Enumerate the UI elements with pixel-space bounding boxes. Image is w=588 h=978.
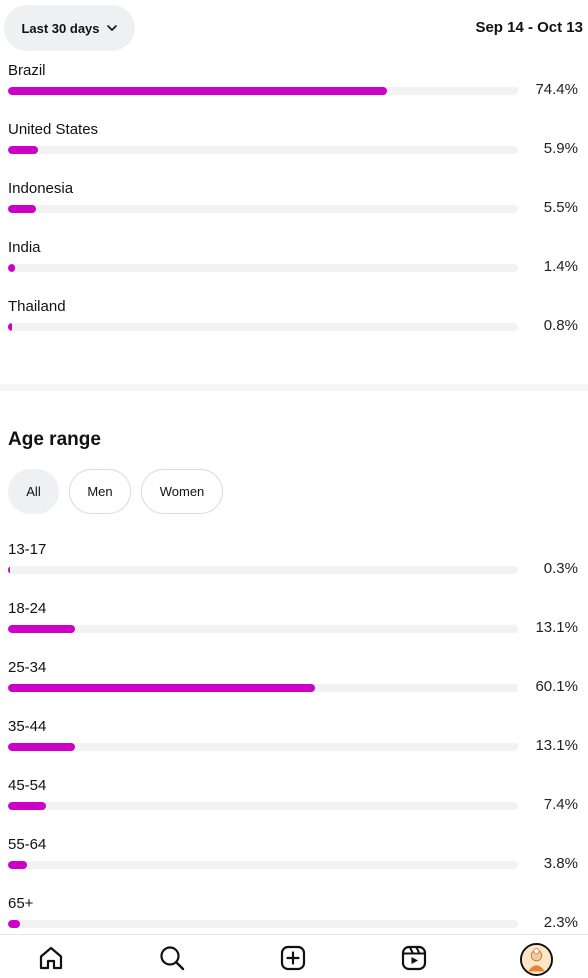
reels-icon: [401, 945, 427, 971]
age-range-name: 18-24: [8, 600, 47, 617]
age-range-name: 45-54: [8, 777, 47, 794]
progress-track: [8, 264, 518, 272]
age-range-name: 65+: [8, 895, 34, 912]
create-icon: [280, 945, 306, 971]
age-row: 18-24 13.1%: [0, 600, 588, 659]
age-range-percent: 13.1%: [535, 619, 578, 636]
progress-track: [8, 802, 518, 810]
age-row: 25-34 60.1%: [0, 659, 588, 718]
date-range-dropdown[interactable]: Last 30 days: [4, 5, 135, 51]
progress-fill: [8, 566, 11, 574]
progress-track: [8, 87, 518, 95]
section-title: Age range: [8, 429, 101, 450]
age-range-percent: 60.1%: [535, 678, 578, 695]
progress-track: [8, 861, 518, 869]
country-name: Thailand: [8, 298, 66, 315]
nav-create-button[interactable]: [278, 943, 308, 973]
nav-search-button[interactable]: [157, 943, 187, 973]
progress-fill: [8, 87, 388, 95]
filter-chip-women[interactable]: Women: [141, 469, 223, 514]
progress-track: [8, 323, 518, 331]
country-percent: 74.4%: [535, 81, 578, 98]
country-name: United States: [8, 121, 99, 138]
header: Last 30 days Sep 14 - Oct 13: [0, 0, 588, 60]
country-row: Brazil 74.4%: [0, 62, 588, 121]
progress-fill: [8, 205, 37, 213]
age-range-name: 55-64: [8, 836, 47, 853]
age-range-name: 25-34: [8, 659, 47, 676]
age-range-percent: 2.3%: [543, 914, 578, 931]
date-range-text: Sep 14 - Oct 13: [475, 19, 583, 36]
progress-fill: [8, 684, 315, 692]
home-icon: [39, 946, 63, 970]
age-range-name: 13-17: [8, 541, 47, 558]
age-range-name: 35-44: [8, 718, 47, 735]
progress-fill: [8, 802, 46, 810]
progress-fill: [8, 743, 75, 751]
country-row: United States 5.9%: [0, 121, 588, 180]
age-row: 13-17 0.3%: [0, 541, 588, 600]
progress-fill: [8, 323, 13, 331]
country-percent: 0.8%: [543, 317, 578, 334]
section-divider: [0, 384, 588, 391]
nav-reels-button[interactable]: [399, 943, 429, 973]
country-name: India: [8, 239, 41, 256]
progress-track: [8, 146, 518, 154]
profile-avatar[interactable]: [520, 943, 553, 976]
country-percent: 5.9%: [543, 140, 578, 157]
progress-track: [8, 566, 518, 574]
avatar-image: [522, 945, 551, 974]
progress-fill: [8, 861, 28, 869]
progress-track: [8, 920, 518, 928]
age-range-percent: 13.1%: [535, 737, 578, 754]
progress-track: [8, 625, 518, 633]
country-name: Brazil: [8, 62, 46, 79]
country-row: Indonesia 5.5%: [0, 180, 588, 239]
country-percent: 5.5%: [543, 199, 578, 216]
progress-fill: [8, 264, 16, 272]
search-icon: [160, 946, 185, 971]
age-range-percent: 0.3%: [543, 560, 578, 577]
progress-fill: [8, 920, 20, 928]
progress-fill: [8, 146, 39, 154]
chevron-down-icon: [106, 25, 117, 31]
progress-track: [8, 684, 518, 692]
age-range-percent: 7.4%: [543, 796, 578, 813]
country-row: Thailand 0.8%: [0, 298, 588, 357]
nav-home-button[interactable]: [36, 943, 66, 973]
progress-fill: [8, 625, 75, 633]
country-row: India 1.4%: [0, 239, 588, 298]
bottom-navigation: [0, 934, 588, 978]
country-name: Indonesia: [8, 180, 74, 197]
country-percent: 1.4%: [543, 258, 578, 275]
filter-chip-men[interactable]: Men: [69, 469, 131, 514]
progress-track: [8, 205, 518, 213]
progress-track: [8, 743, 518, 751]
age-range-percent: 3.8%: [543, 855, 578, 872]
age-row: 45-54 7.4%: [0, 777, 588, 836]
age-row: 55-64 3.8%: [0, 836, 588, 895]
age-row: 35-44 13.1%: [0, 718, 588, 777]
filter-chip-all[interactable]: All: [8, 469, 59, 514]
date-range-dropdown-label: Last 30 days: [21, 20, 100, 36]
gender-filter-chips: All Men Women: [8, 469, 223, 514]
